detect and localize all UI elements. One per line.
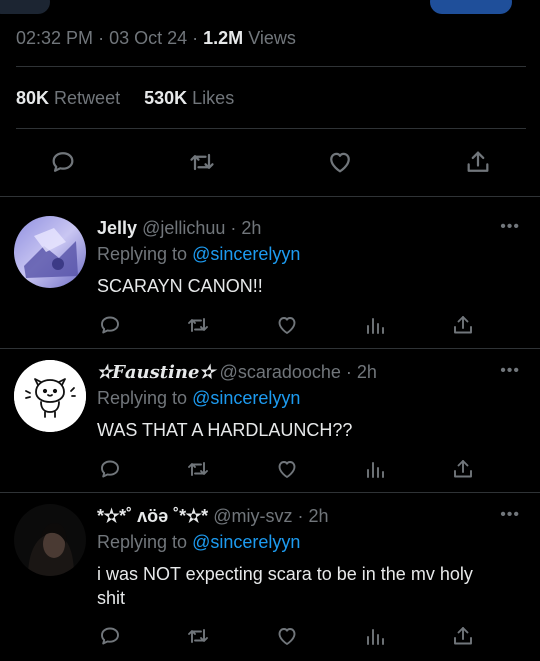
reply-text: SCARAYN CANON!! <box>97 276 263 296</box>
divider <box>0 196 540 197</box>
reply-item[interactable]: ✫𝑭𝒂𝒖𝒔𝒕𝒊𝒏𝒆✫ @scaradooche · 2h Replying to… <box>0 354 540 492</box>
divider <box>16 128 526 129</box>
reply-time: 2h <box>356 362 377 382</box>
avatar[interactable] <box>14 504 86 576</box>
reply-icon[interactable] <box>98 313 122 337</box>
analytics-icon[interactable] <box>363 313 387 337</box>
replying-to: Replying to @sincerelyyn <box>97 244 301 264</box>
reply-text: WAS THAT A HARDLAUNCH?? <box>97 420 353 440</box>
reply-content: *✫*˚ ʌöə ˚*✫* @miy-svz · 2h Replying to … <box>97 504 526 610</box>
replying-to-handle[interactable]: @sincerelyyn <box>192 244 300 264</box>
divider <box>0 348 540 349</box>
tweet-stats: 80K Retweet 530K Likes <box>16 88 234 109</box>
reply-action-bar <box>0 313 540 343</box>
share-icon[interactable] <box>451 313 475 337</box>
reply-icon[interactable] <box>98 457 122 481</box>
avatar[interactable] <box>14 360 86 432</box>
like-icon[interactable] <box>275 624 299 648</box>
reply-header: Jelly @jellichuu · 2h <box>97 218 262 238</box>
reply-time: 2h <box>308 506 329 526</box>
display-name[interactable]: *✫*˚ ʌöə ˚*✫* <box>97 506 208 526</box>
tweet-media-strip[interactable] <box>0 0 540 16</box>
replying-to: Replying to @sincerelyyn <box>97 388 301 408</box>
divider <box>16 66 526 67</box>
avatar[interactable] <box>14 216 86 288</box>
likes-stat[interactable]: 530K Likes <box>144 88 234 108</box>
reply-content: ✫𝑭𝒂𝒖𝒔𝒕𝒊𝒏𝒆✫ @scaradooche · 2h Replying to… <box>97 360 526 442</box>
retweet-icon[interactable] <box>186 624 210 648</box>
likes-label: Likes <box>192 88 235 108</box>
analytics-icon[interactable] <box>363 624 387 648</box>
retweet-icon[interactable] <box>186 313 210 337</box>
retweets-stat[interactable]: 80K Retweet <box>16 88 125 108</box>
share-icon[interactable] <box>464 148 492 176</box>
like-icon[interactable] <box>275 457 299 481</box>
views-label: Views <box>248 28 296 48</box>
replying-to-handle[interactable]: @sincerelyyn <box>192 388 300 408</box>
retweets-count: 80K <box>16 88 50 108</box>
more-options-icon[interactable]: ••• <box>500 506 520 524</box>
reply-text: i was NOT expecting scara to be in the m… <box>97 564 473 608</box>
reply-header: *✫*˚ ʌöə ˚*✫* @miy-svz · 2h <box>97 506 329 526</box>
like-icon[interactable] <box>326 148 354 176</box>
reply-time: 2h <box>241 218 262 238</box>
share-icon[interactable] <box>451 457 475 481</box>
more-options-icon[interactable]: ••• <box>500 218 520 236</box>
share-icon[interactable] <box>451 624 475 648</box>
more-options-icon[interactable]: ••• <box>500 362 520 380</box>
replying-to-handle[interactable]: @sincerelyyn <box>192 532 300 552</box>
retweet-icon[interactable] <box>188 148 216 176</box>
reply-item[interactable]: Jelly @jellichuu · 2h Replying to @since… <box>0 210 540 348</box>
reply-item[interactable]: *✫*˚ ʌöə ˚*✫* @miy-svz · 2h Replying to … <box>0 498 540 661</box>
retweets-label: Retweet <box>54 88 121 108</box>
like-icon[interactable] <box>275 313 299 337</box>
replying-to: Replying to @sincerelyyn <box>97 532 301 552</box>
tweet-action-bar <box>0 144 540 180</box>
tweet-time: 02:32 PM <box>16 28 94 48</box>
reply-action-bar <box>0 624 540 654</box>
views-count: 1.2M <box>203 28 244 48</box>
reply-icon[interactable] <box>98 624 122 648</box>
reply-header: ✫𝑭𝒂𝒖𝒔𝒕𝒊𝒏𝒆✫ @scaradooche · 2h <box>97 362 377 383</box>
reply-action-bar <box>0 457 540 487</box>
user-handle[interactable]: @miy-svz <box>213 506 292 526</box>
likes-count: 530K <box>144 88 188 108</box>
user-handle[interactable]: @jellichuu <box>142 218 225 238</box>
reply-content: Jelly @jellichuu · 2h Replying to @since… <box>97 216 526 298</box>
retweet-icon[interactable] <box>186 457 210 481</box>
display-name[interactable]: Jelly <box>97 218 137 238</box>
divider <box>0 492 540 493</box>
user-handle[interactable]: @scaradooche <box>220 362 341 382</box>
analytics-icon[interactable] <box>363 457 387 481</box>
tweet-meta: 02:32 PM · 03 Oct 24 · 1.2M Views <box>16 28 296 48</box>
reply-icon[interactable] <box>49 148 77 176</box>
tweet-date: 03 Oct 24 <box>109 28 188 48</box>
display-name[interactable]: ✫𝑭𝒂𝒖𝒔𝒕𝒊𝒏𝒆✫ <box>97 362 215 383</box>
